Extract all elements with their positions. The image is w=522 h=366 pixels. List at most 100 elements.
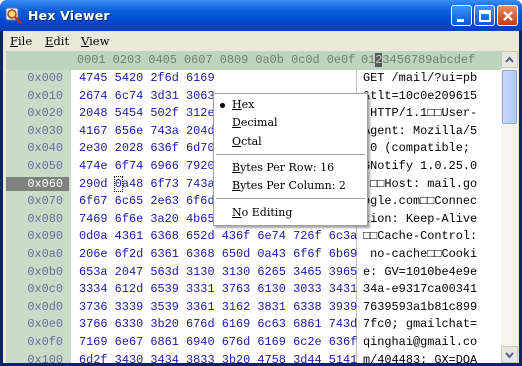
row-address: 0x0c0 xyxy=(27,282,63,297)
minimize-icon xyxy=(457,19,464,22)
ascii-column-header: 0123456789abcdef xyxy=(361,53,475,67)
row-ascii-text[interactable]: HTTP/1.1□□User- xyxy=(363,106,477,120)
row-hex-bytes[interactable]: 206e 6f2d 6361 6368 650d 0a43 6f6f 6b69 xyxy=(79,247,357,261)
row-ascii-text[interactable]: 7fc0; gmailchat= xyxy=(363,317,477,331)
menu-item-decimal-accelerator: D xyxy=(232,116,241,129)
menu-item-octal-accelerator: O xyxy=(232,135,242,148)
menu-item-bytes-per-row[interactable]: Bytes Per Row: 16 xyxy=(232,161,334,174)
row-ascii-text[interactable]: ogle.com□□Connec xyxy=(363,194,477,208)
table-row[interactable]: 0x0c0 3334 612d 6539 3331 3763 6130 3033 … xyxy=(6,282,501,299)
menu-item-bytes-per-column-label: ytes Per Column: 2 xyxy=(240,179,346,192)
row-address: 0x070 xyxy=(27,194,63,209)
window-title: Hex Viewer xyxy=(28,8,110,23)
scroll-down-button[interactable] xyxy=(501,346,518,363)
menu-item-octal[interactable]: Octal xyxy=(232,135,262,148)
row-ascii-text[interactable]: 34a-e9317ca00341 xyxy=(363,282,477,296)
menu-item-decimal[interactable]: Decimal xyxy=(232,116,278,129)
magnifier-app-icon xyxy=(5,7,22,24)
menu-item-hex-accelerator: H xyxy=(232,98,242,111)
row-hex-bytes[interactable]: 2e30 2028 636f 6d70 xyxy=(79,141,215,155)
row-ascii-text[interactable]: Agent: Mozilla/5 xyxy=(363,124,477,138)
row-address: 0x030 xyxy=(27,123,63,138)
client-area: File Edit View 0001 0203 0405 0607 0809 … xyxy=(3,31,519,363)
row-hex-bytes[interactable]: 7169 6e67 6861 6940 676d 6169 6c2e 636f xyxy=(79,335,357,349)
table-row[interactable]: 0x0a0 206e 6f2d 6361 6368 650d 0a43 6f6f … xyxy=(6,247,501,264)
row-hex-bytes[interactable]: 290d 0a48 6f73 743a xyxy=(79,175,215,192)
row-ascii-text[interactable]: no-cache□□Cooki xyxy=(363,247,477,261)
table-row[interactable]: 0x0d0 3736 3339 3539 3361 3162 3831 6338 … xyxy=(6,300,501,317)
table-row[interactable]: 0x0e0 3766 6330 3b20 676d 6169 6c63 6861 … xyxy=(6,317,501,334)
vertical-scrollbar[interactable] xyxy=(501,51,518,363)
menu-item-bytes-per-row-label: ytes Per Row: 16 xyxy=(240,161,335,174)
hex-text-before-caret: 290d xyxy=(79,176,115,191)
row-hex-bytes[interactable]: 4745 5420 2f6d 6169 xyxy=(79,71,215,85)
row-hex-bytes[interactable]: 653a 2047 563d 3130 3130 6265 3465 3965 xyxy=(79,265,357,279)
table-row[interactable]: 0x0b0 653a 2047 563d 3130 3130 6265 3465 … xyxy=(6,265,501,282)
row-ascii-text[interactable]: qinghai@gmail.co xyxy=(363,335,477,349)
hex-text-after-caret: a48 6f73 743a xyxy=(121,176,215,191)
row-address: 0x060 xyxy=(6,176,69,191)
row-hex-bytes[interactable]: 3736 3339 3539 3361 3162 3831 6338 3939 xyxy=(79,300,357,314)
table-row[interactable]: 0x0f0 7169 6e67 6861 6940 676d 6169 6c2e … xyxy=(6,335,501,352)
row-hex-bytes[interactable]: 3334 612d 6539 3331 3763 6130 3033 3431 xyxy=(79,282,357,296)
menu-file[interactable]: File xyxy=(10,34,32,48)
row-ascii-text[interactable]: □□Cache-Control: xyxy=(363,229,477,243)
row-ascii-text[interactable]: &tlt=10c0e209615 xyxy=(363,89,477,103)
row-address: 0x0e0 xyxy=(27,317,63,332)
minimize-button[interactable] xyxy=(451,5,472,26)
row-hex-bytes[interactable]: 0d0a 4361 6368 652d 436f 6e74 726f 6c3a xyxy=(79,229,357,243)
menu-item-bytes-per-row-accelerator: B xyxy=(232,161,241,174)
row-hex-bytes[interactable]: 4167 656e 743a 204d xyxy=(79,124,215,138)
table-row[interactable]: 0x090 0d0a 4361 6368 652d 436f 6e74 726f … xyxy=(6,229,501,246)
menu-separator xyxy=(216,198,365,199)
row-ascii-text[interactable]: .0 (compatible; xyxy=(363,141,470,155)
menu-item-octal-label: ctal xyxy=(241,135,262,148)
application-window: Hex Viewer File Edit View 0001 0203 0405… xyxy=(0,0,522,366)
menu-bar: File Edit View xyxy=(3,31,519,50)
row-address: 0x010 xyxy=(27,88,63,103)
maximize-icon xyxy=(479,10,491,22)
menu-file-accelerator: F xyxy=(10,34,18,48)
row-address: 0x000 xyxy=(27,71,63,85)
menu-view[interactable]: View xyxy=(81,34,109,48)
menu-file-label: ile xyxy=(17,34,33,48)
row-ascii-text[interactable]: GET /mail/?ui=pb xyxy=(363,71,477,85)
row-ascii-text[interactable]: GNotify 1.0.25.0 xyxy=(363,159,477,173)
row-address: 0x0a0 xyxy=(27,247,63,261)
row-address: 0x090 xyxy=(27,229,63,244)
row-address: 0x100 xyxy=(27,352,63,363)
menu-item-bytes-per-column[interactable]: Bytes Per Column: 2 xyxy=(232,179,346,192)
arrow-up-icon xyxy=(505,56,514,63)
row-hex-bytes[interactable]: 2048 5454 502f 312e xyxy=(79,106,215,120)
menu-edit[interactable]: Edit xyxy=(45,34,69,48)
row-address: 0x0f0 xyxy=(27,335,63,349)
row-address: 0x080 xyxy=(27,211,63,226)
menu-view-accelerator: V xyxy=(81,34,90,48)
row-hex-bytes[interactable]: 6d2f 3430 3434 3833 3b20 4758 3d44 5141 xyxy=(79,353,357,363)
row-hex-bytes[interactable]: 474e 6f74 6966 7920 xyxy=(79,159,215,173)
menu-item-no-editing-accelerator: N xyxy=(232,206,242,219)
row-ascii-text[interactable]: e: GV=1010be4e9e xyxy=(363,265,477,279)
scroll-thumb[interactable] xyxy=(502,70,517,124)
context-menu: Hex Decimal Octal Bytes Per Row: 16 Byte… xyxy=(213,93,368,226)
row-ascii-text[interactable]: m/404483; GX=DQA xyxy=(363,353,477,363)
menu-item-bytes-per-column-accelerator: B xyxy=(232,179,241,192)
row-ascii-text[interactable]: tion: Keep-Alive xyxy=(363,212,477,226)
row-address: 0x0d0 xyxy=(27,299,63,314)
row-ascii-text[interactable]: 7639593a1b81c899 xyxy=(363,300,477,314)
close-button[interactable] xyxy=(497,5,518,26)
scroll-up-button[interactable] xyxy=(501,51,518,68)
maximize-button[interactable] xyxy=(474,5,495,26)
row-hex-bytes[interactable]: 2674 6c74 3d31 3063 xyxy=(79,89,215,103)
menu-item-hex[interactable]: Hex xyxy=(232,98,254,111)
table-row[interactable]: 0x100 6d2f 3430 3434 3833 3b20 4758 3d44 … xyxy=(6,353,501,363)
row-hex-bytes[interactable]: 3766 6330 3b20 676d 6169 6c63 6861 743d xyxy=(79,317,357,331)
edit-caret: 0 xyxy=(113,175,123,192)
menu-item-no-editing[interactable]: No Editing xyxy=(232,206,292,219)
menu-item-hex-label: ex xyxy=(241,98,255,111)
row-ascii-text[interactable]: )□□Host: mail.go xyxy=(363,177,477,191)
row-address: 0x020 xyxy=(27,106,63,121)
title-bar[interactable]: Hex Viewer xyxy=(0,0,522,31)
row-address: 0x0b0 xyxy=(27,264,63,279)
table-row[interactable]: 0x000 4745 5420 2f6d 6169 GET /mail/?ui=pb xyxy=(6,71,501,88)
